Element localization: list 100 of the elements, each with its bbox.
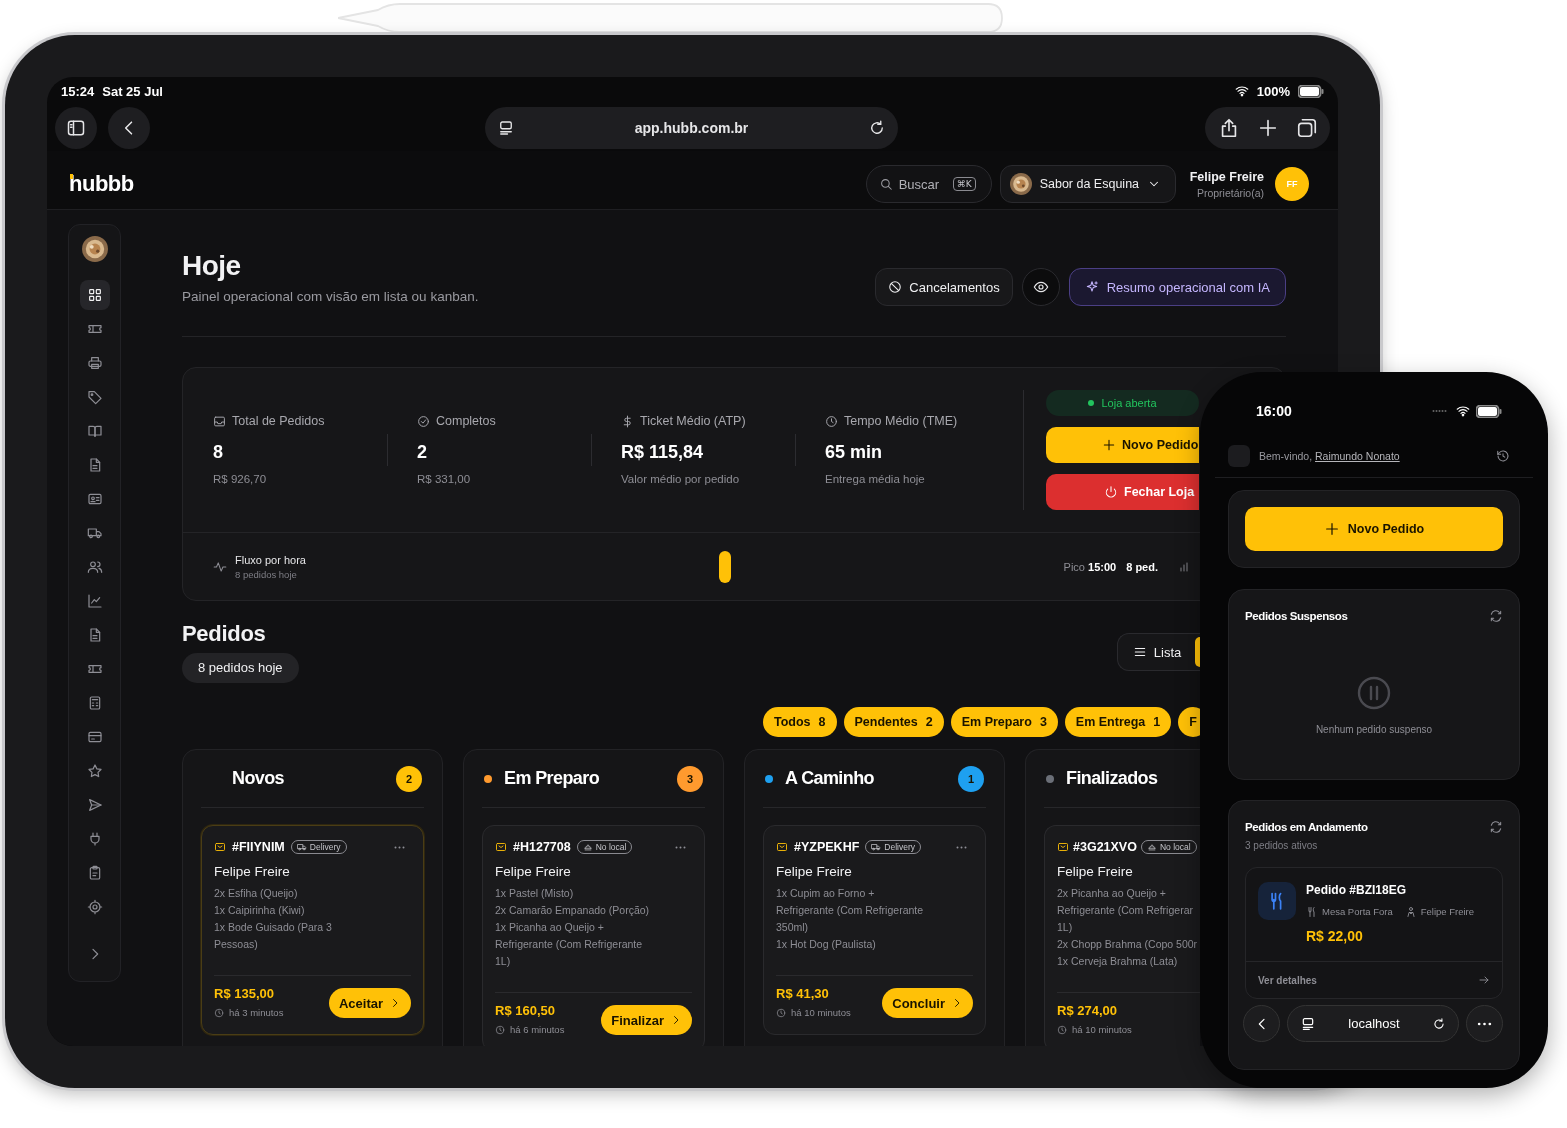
sidebar-toggle-button[interactable] [55,107,97,149]
clock-icon [495,1025,505,1035]
eye-icon [1032,279,1049,295]
order-type: No local [1159,842,1191,852]
new-order-button[interactable]: Novo Pedido [1245,507,1503,551]
table-name: Mesa Porta Fora [1322,905,1393,919]
order-id: #YZPEKHF [794,840,860,854]
order-item: 1x Caipirinha (Kiwi) [214,903,305,918]
column-count: 2 [396,765,422,792]
more-button[interactable] [956,845,967,849]
filter-chip[interactable]: F [1178,707,1200,737]
order-item: 2x Picanha ao Queijo + Refrigerante (Com Refrigerar 1L) [1057,886,1193,935]
ai-summary-button[interactable]: Resumo operacional com IA [1068,268,1286,306]
order-price: R$ 135,00 [214,986,275,1002]
plus-icon [1323,521,1340,537]
list-icon [1132,645,1147,659]
order-type: No local [595,842,627,852]
flow-bar-drawing [719,550,731,583]
filter-chip[interactable]: Todos 8 [763,707,837,737]
search-icon [878,177,893,191]
stat-label: Total de Pedidos [232,413,325,429]
user-link[interactable]: Raimundo Nonato [1315,450,1400,462]
kanban-view-button[interactable] [1195,637,1200,667]
tabs-button[interactable] [1295,117,1318,139]
stat-value: 8 [213,441,224,463]
cloche-icon [1146,842,1157,852]
order-card[interactable]: #YZPEKHF Delivery Felipe Freire 1x Cupim ao Forno + Refrigerante (Com Refrigerante 350ml) 1x Hot Dog (Paulista) R$ 41,30 há 10 minutos Concluir [763,825,986,1035]
order-card[interactable]: #3G21XVO No local Felipe Freire 2x Picanha ao Queijo + Refrigerante (Com Refrigerar 1L) 2x Chopp Brahma (Copo 500r 1x Cerveja Brahma (Lata) R$ 274,00 há 10 minutos [1044,825,1200,1046]
filter-chip[interactable]: Em Preparo 3 [950,707,1058,737]
person-icon [1404,906,1417,918]
search-field[interactable]: Buscar [898,176,947,192]
battery-icon [1298,84,1324,98]
store-selector[interactable]: Sabor da Esquina [999,165,1176,203]
status-time: 15:24 [61,83,95,99]
close-store-button[interactable]: Fechar Loja [1046,474,1199,510]
visibility-button[interactable] [1021,268,1060,306]
avatar-placeholder [1228,445,1250,467]
order-title: Pedido #BZI18EG [1306,882,1408,898]
more-icon [394,845,405,849]
more-button[interactable] [394,845,405,849]
logo[interactable]: hubbb [69,171,134,197]
order-time: há 3 minutos [229,1006,284,1020]
page-subtitle: Painel operacional com visão em lista ou kanban. [182,288,479,306]
clock-icon [214,1008,224,1018]
check-circle-icon [417,414,430,428]
refresh-icon [1489,609,1503,623]
empty-state-text: Nenhum pedido suspenso [1315,723,1433,737]
tabs-icon [1295,117,1318,139]
cancellations-button[interactable]: Cancelamentos [875,268,1013,306]
utensils-icon [1258,882,1296,920]
order-action-button[interactable]: Concluir [882,988,973,1018]
bag-icon [495,841,507,853]
column-title: A Caminho [785,768,874,789]
ban-icon [888,280,903,294]
stat-caption: R$ 331,00 [417,472,472,487]
order-card[interactable]: Pedido #BZI18EG Mesa Porta Fora Felipe Freire R$ 22,00 Ver detalhes [1245,867,1503,999]
order-type: Delivery [884,842,915,852]
card-title: Pedidos Suspensos [1245,610,1348,622]
order-item: 1x Hot Dog (Paulista) [776,937,876,952]
shortcut-key: ⌘K [952,177,976,191]
user-role: Proprietário(a) [1196,186,1264,199]
reload-icon [868,119,886,137]
details-link[interactable]: Ver detalhes [1246,962,1502,998]
tag-icon [86,389,103,405]
order-type: Delivery [309,842,341,852]
bag-icon [1057,841,1069,853]
cloche-icon [582,842,593,852]
filter-chip[interactable]: Pendentes 2 [843,707,944,737]
stat-label: Ticket Médio (ATP) [640,413,746,429]
url-text: localhost [1347,1016,1401,1031]
order-action-button[interactable]: Finalizar [601,1005,692,1035]
status-dot [1088,400,1095,406]
orders-count-badge: 8 pedidos hoje [182,653,299,683]
order-card[interactable]: #H127708 No local Felipe Freire 1x Pastel (Misto) 2x Camarão Empanado (Porção) 1x Picanha ao Queijo + Refrigerante (Com Refrigerante 1L) R$ 160,50 há 6 minutos Finalizar [482,825,705,1046]
order-id: #3G21XVO [1073,840,1137,854]
order-item: 2x Chopp Brahma (Copo 500r [1057,937,1198,952]
order-action-button[interactable]: Aceitar [328,988,411,1018]
filter-chip[interactable]: Em Entrega 1 [1064,707,1172,737]
sidebar-item[interactable] [79,280,110,310]
address-bar[interactable]: localhost [1287,1005,1459,1042]
list-view-button[interactable]: Lista [1121,637,1193,667]
address-bar[interactable]: app.hubb.com.br [485,107,898,149]
stat-caption: Entrega média hoje [825,472,926,487]
customer-name: Felipe Freire [776,863,853,881]
order-item: 1x Picanha ao Queijo + Refrigerante (Com Refrigerante 1L) [495,920,643,969]
pause-icon [1356,675,1392,711]
order-item: 1x Pastel (Misto) [495,886,574,901]
stat-caption: Valor médio por pedido [621,472,741,487]
column-title: Em Preparo [504,768,600,789]
clock-icon [1057,1025,1067,1035]
send-icon [86,797,103,813]
greeting-text: Bem-vindo, Raimundo Nonato [1259,450,1400,462]
book-icon [86,423,103,439]
line-chart-icon [86,593,103,609]
stat-label: Tempo Médio (TME) [844,413,958,429]
more-button[interactable] [675,845,686,849]
new-order-button[interactable]: Novo Pedido [1046,427,1199,463]
plus-icon [1102,438,1116,452]
grid-icon [86,287,103,303]
order-card[interactable]: #FIIYNIM Delivery Felipe Freire 2x Esfiha (Queijo) 1x Caipirinha (Kiwi) 1x Bode Guisado (Para 3 Pessoas) R$ 135,00 há 3 minutos Aceitar [201,825,424,1035]
